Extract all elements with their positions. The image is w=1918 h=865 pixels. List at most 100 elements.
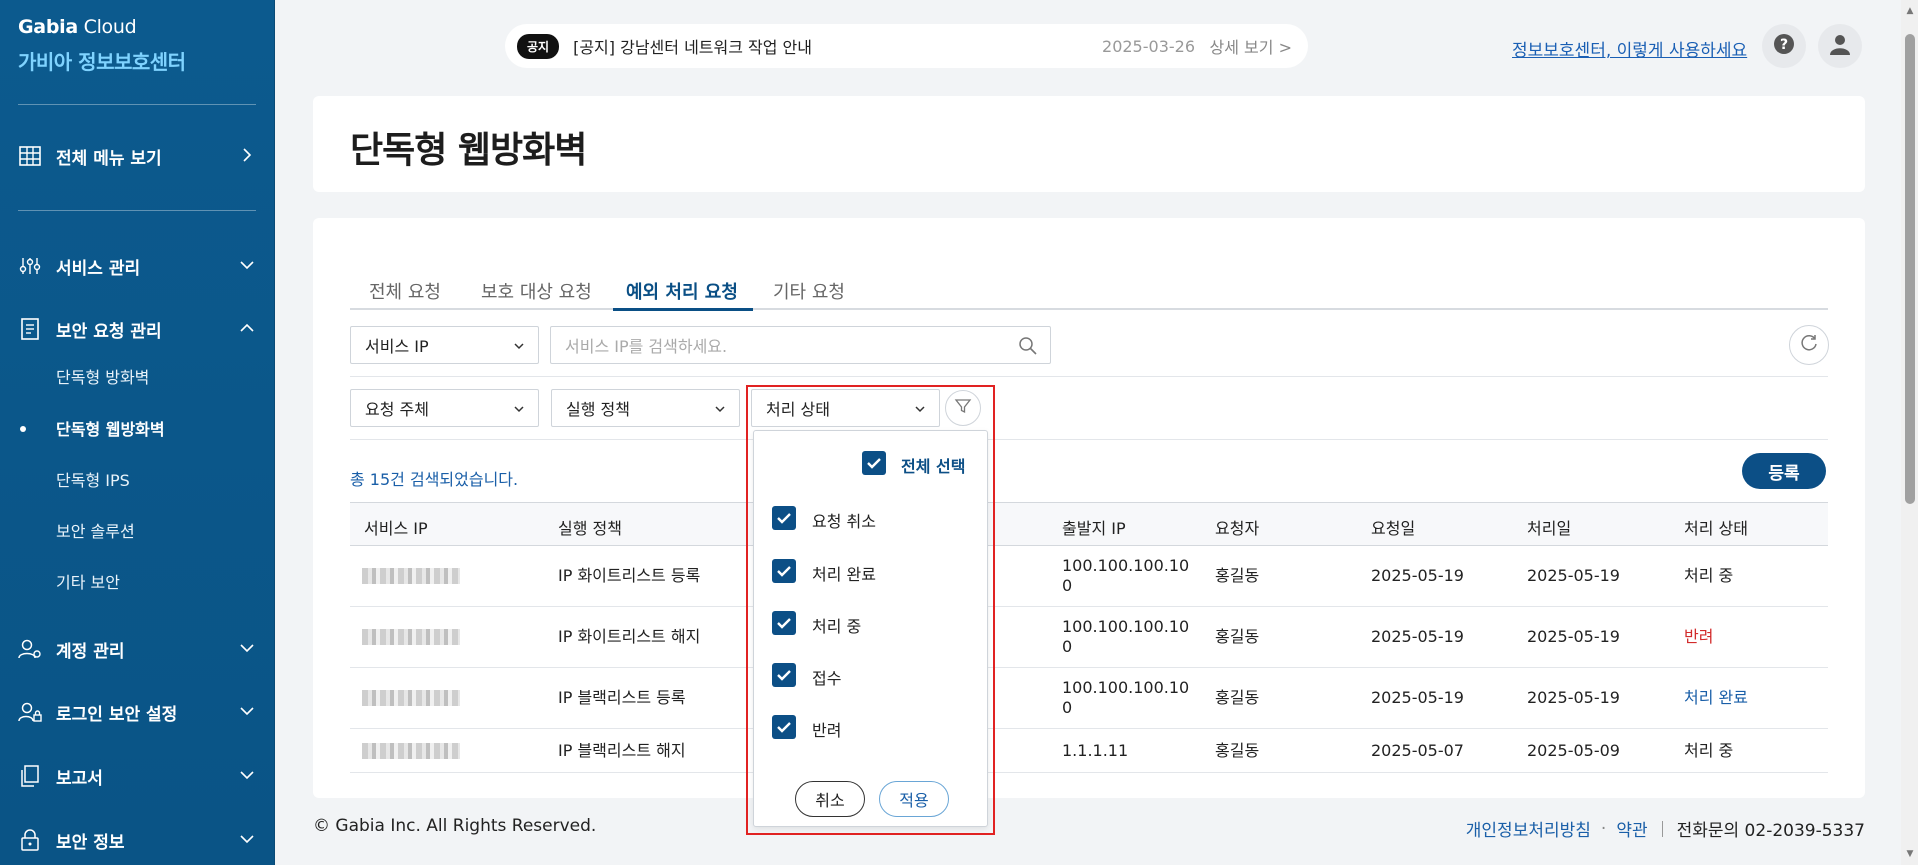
policy-select[interactable]: 실행 정책 xyxy=(551,389,740,427)
request-date-cell: 2025-05-19 xyxy=(1371,688,1464,707)
requester-cell: 홍길동 xyxy=(1215,627,1260,646)
select-all-checkbox[interactable] xyxy=(862,451,886,475)
brand-logo[interactable]: Gabia Cloud 가비아 정보보호센터 xyxy=(18,16,186,75)
sidebar-item-label: 로그인 보안 설정 xyxy=(56,704,178,725)
sidebar-item-account[interactable]: 계정 관리 xyxy=(18,634,258,664)
search-input[interactable]: 서비스 IP를 검색하세요. xyxy=(550,326,1051,364)
source-ip-cell: 100.100.100.10 xyxy=(1062,678,1190,697)
source-ip-cell: 100.100.100.10 xyxy=(1062,617,1190,636)
chevron-down-icon xyxy=(236,254,258,276)
option-label[interactable]: 반려 xyxy=(812,717,841,741)
table-row[interactable]: IP 블랙리스트 등록 100.100.100.10 0 홍길동 2025-05… xyxy=(350,668,1828,729)
phone-contact: 전화문의 02-2039-5337 xyxy=(1676,821,1865,841)
active-dot xyxy=(20,426,26,432)
guide-link[interactable]: 정보보호센터, 이렇게 사용하세요 xyxy=(1512,36,1747,61)
process-date-cell: 2025-05-09 xyxy=(1527,741,1620,760)
tab-all-requests[interactable]: 전체 요청 xyxy=(369,278,441,310)
help-button[interactable]: ? xyxy=(1762,24,1806,68)
option-checkbox[interactable] xyxy=(772,611,796,635)
privacy-link[interactable]: 개인정보처리방침 xyxy=(1466,816,1591,841)
search-icon[interactable] xyxy=(1018,336,1038,360)
policy-value: 실행 정책 xyxy=(566,400,630,419)
submenu-firewall[interactable]: 단독형 방화벽 xyxy=(56,364,149,388)
option-label[interactable]: 처리 완료 xyxy=(812,561,876,585)
scroll-thumb[interactable] xyxy=(1905,34,1915,504)
column-header[interactable]: 처리일 xyxy=(1527,515,1571,539)
scroll-up-icon[interactable]: ▲ xyxy=(1905,6,1915,16)
service-ip-redacted xyxy=(362,743,460,759)
table-row[interactable]: IP 블랙리스트 해지 1.1.1.11 홍길동 2025-05-07 2025… xyxy=(350,729,1828,773)
notice-date: 2025-03-26 xyxy=(1102,36,1195,56)
option-label[interactable]: 처리 중 xyxy=(812,613,861,637)
submenu-other[interactable]: 기타 보안 xyxy=(56,569,120,593)
column-header[interactable]: 실행 정책 xyxy=(558,515,622,539)
page-title: 단독형 웹방화벽 xyxy=(350,130,587,171)
tab-bar: 전체 요청 보호 대상 요청 예외 처리 요청 기타 요청 xyxy=(350,278,1828,311)
column-header[interactable]: 출발지 IP xyxy=(1062,515,1126,539)
brand-subtitle: 가비아 정보보호센터 xyxy=(18,50,186,74)
profile-button[interactable] xyxy=(1818,24,1862,68)
sidebar-divider xyxy=(18,104,256,105)
title-card: 단독형 웹방화벽 xyxy=(313,96,1865,192)
scrollbar[interactable]: ▲ ▼ xyxy=(1901,0,1918,865)
requester-cell: 홍길동 xyxy=(1215,688,1260,707)
sidebar: Gabia Cloud 가비아 정보보호센터 전체 메뉴 보기 서비스 관리 보… xyxy=(0,0,275,865)
refresh-button[interactable] xyxy=(1789,325,1829,365)
table-row[interactable]: IP 화이트리스트 등록 100.100.100.10 0 홍길동 2025-0… xyxy=(350,546,1828,607)
cancel-button[interactable]: 취소 xyxy=(795,781,865,817)
chevron-down-icon xyxy=(236,828,258,850)
option-label[interactable]: 접수 xyxy=(812,665,841,689)
user-lock-icon xyxy=(18,700,42,724)
notice-text[interactable]: [공지] 강남센터 네트워크 작업 안내 xyxy=(573,34,812,58)
submenu-solution[interactable]: 보안 솔루션 xyxy=(56,518,135,542)
submenu-waf[interactable]: 단독형 웹방화벽 xyxy=(56,416,165,440)
requester-select[interactable]: 요청 주체 xyxy=(350,389,539,427)
submenu-ips[interactable]: 단독형 IPS xyxy=(56,467,130,491)
status-cell: 처리 중 xyxy=(1684,741,1734,760)
status-cell: 처리 중 xyxy=(1684,566,1734,585)
notice-bar[interactable]: 공지 [공지] 강남센터 네트워크 작업 안내 2025-03-26 상세 보기… xyxy=(505,24,1308,68)
option-checkbox[interactable] xyxy=(772,663,796,687)
option-label[interactable]: 요청 취소 xyxy=(812,508,876,532)
service-ip-redacted xyxy=(362,629,460,645)
terms-link[interactable]: 약관 xyxy=(1616,816,1647,841)
column-header[interactable]: 요청일 xyxy=(1371,515,1415,539)
sidebar-item-security-request[interactable]: 보안 요청 관리 xyxy=(18,314,258,344)
grid-icon xyxy=(18,144,42,168)
sliders-icon xyxy=(18,254,42,278)
column-header[interactable]: 처리 상태 xyxy=(1684,515,1748,539)
copyright: © Gabia Inc. All Rights Reserved. xyxy=(313,816,597,836)
sidebar-item-login-security[interactable]: 로그인 보안 설정 xyxy=(18,697,258,727)
sidebar-item-report[interactable]: 보고서 xyxy=(18,761,258,791)
divider xyxy=(350,439,1828,440)
column-header[interactable]: 서비스 IP xyxy=(364,515,428,539)
requester-cell: 홍길동 xyxy=(1215,566,1260,585)
help-icon: ? xyxy=(1773,33,1795,59)
tab-other-requests[interactable]: 기타 요청 xyxy=(773,278,845,310)
tab-exception-requests[interactable]: 예외 처리 요청 xyxy=(613,278,753,311)
search-placeholder: 서비스 IP를 검색하세요. xyxy=(565,337,728,356)
sidebar-item-service[interactable]: 서비스 관리 xyxy=(18,251,258,281)
option-checkbox[interactable] xyxy=(772,506,796,530)
table-row[interactable]: IP 화이트리스트 해지 100.100.100.10 0 홍길동 2025-0… xyxy=(350,607,1828,668)
option-checkbox[interactable] xyxy=(772,715,796,739)
scroll-down-icon[interactable]: ▼ xyxy=(1905,849,1915,859)
separator-dot: · xyxy=(1600,818,1607,839)
process-date-cell: 2025-05-19 xyxy=(1527,566,1620,585)
process-date-cell: 2025-05-19 xyxy=(1527,688,1620,707)
brand-name: Gabia xyxy=(18,16,78,38)
option-checkbox[interactable] xyxy=(772,559,796,583)
sidebar-divider xyxy=(18,210,256,211)
search-type-select[interactable]: 서비스 IP xyxy=(350,326,539,364)
register-button[interactable]: 등록 xyxy=(1742,453,1826,489)
policy-cell: IP 화이트리스트 등록 xyxy=(558,566,701,585)
apply-button[interactable]: 적용 xyxy=(879,781,949,817)
sidebar-item-security-info[interactable]: 보안 정보 xyxy=(18,825,258,855)
notice-more-link[interactable]: 상세 보기 > xyxy=(1210,34,1292,58)
select-all-label[interactable]: 전체 선택 xyxy=(901,453,965,477)
all-menu-button[interactable]: 전체 메뉴 보기 xyxy=(18,141,258,171)
column-header[interactable]: 요청자 xyxy=(1215,515,1259,539)
source-ip-cell-wrap: 0 xyxy=(1062,637,1073,656)
table-header: 서비스 IP 실행 정책 출발지 IP 요청자 요청일 처리일 처리 상태 xyxy=(350,502,1828,546)
tab-protection-requests[interactable]: 보호 대상 요청 xyxy=(481,278,592,310)
